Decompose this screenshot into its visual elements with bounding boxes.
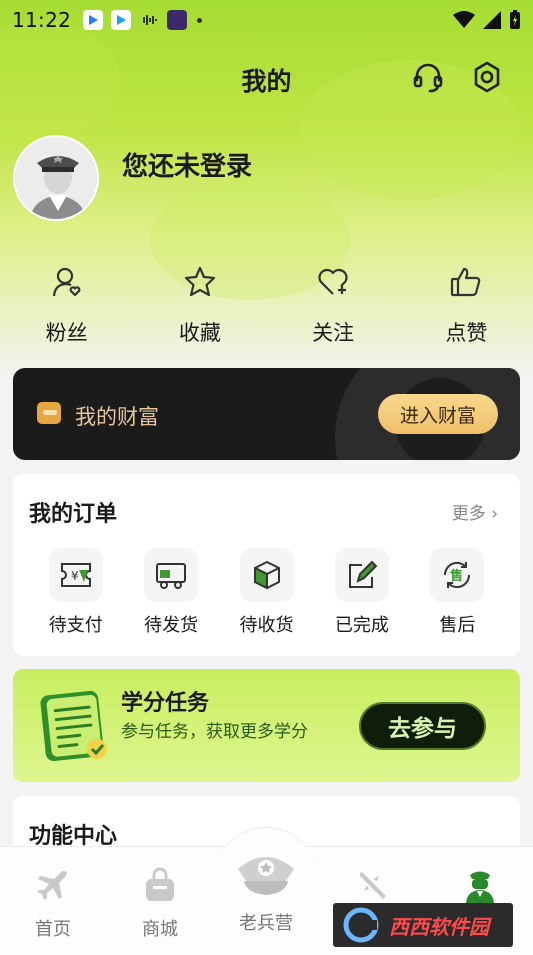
avatar[interactable] bbox=[13, 135, 99, 221]
after-sales-icon: 售 bbox=[430, 548, 485, 602]
site-watermark: 西西软件园 bbox=[333, 903, 513, 947]
page-title: 我的 bbox=[241, 67, 292, 96]
order-status-label: 已完成 bbox=[334, 615, 389, 636]
tab-label: 首页 bbox=[35, 919, 71, 940]
watermark-logo-icon bbox=[343, 907, 379, 943]
status-bar: 11:22 bbox=[0, 0, 533, 40]
wallet-icon bbox=[37, 402, 61, 424]
order-status-label: 待支付 bbox=[48, 615, 103, 636]
status-time: 11:22 bbox=[12, 8, 72, 32]
stat-label: 粉丝 bbox=[45, 321, 88, 345]
order-pending-shipment[interactable]: 待发货 bbox=[123, 548, 218, 637]
svg-text:售: 售 bbox=[450, 568, 463, 584]
stat-following[interactable]: 关注 bbox=[267, 262, 400, 347]
order-pending-receipt[interactable]: 待收货 bbox=[219, 548, 314, 637]
military-cap-icon bbox=[234, 849, 298, 901]
plane-icon bbox=[33, 865, 73, 905]
gear-icon[interactable] bbox=[468, 58, 506, 96]
order-completed[interactable]: 已完成 bbox=[314, 548, 409, 637]
video-app-icon bbox=[83, 10, 104, 30]
enter-wealth-button[interactable]: 进入财富 bbox=[378, 394, 498, 434]
wifi-icon bbox=[453, 11, 475, 28]
order-after-sales[interactable]: 售 售后 bbox=[410, 548, 505, 637]
pending-receipt-icon bbox=[239, 548, 294, 602]
game-app-icon bbox=[167, 10, 188, 30]
battery-icon bbox=[510, 10, 520, 29]
credit-task-banner[interactable]: 学分任务 参与任务，获取更多学分 去参与 bbox=[13, 669, 520, 782]
rocket-icon bbox=[353, 865, 393, 905]
orders-title: 我的订单 bbox=[29, 502, 118, 527]
profile-stats: 粉丝 收藏 关注 点赞 bbox=[0, 262, 533, 347]
order-status-label: 售后 bbox=[439, 615, 476, 636]
order-status-label: 待发货 bbox=[144, 615, 199, 636]
notification-dot-icon bbox=[197, 17, 203, 23]
order-status-list: ¥ 待支付 待发货 待收货 已完成 售 售后 bbox=[28, 548, 505, 637]
task-description: 参与任务，获取更多学分 bbox=[121, 722, 308, 742]
order-status-label: 待收货 bbox=[239, 615, 294, 636]
soldier-icon bbox=[460, 865, 500, 905]
pending-shipment-icon bbox=[144, 548, 199, 602]
star-icon bbox=[180, 262, 220, 302]
tab-label: 老兵营 bbox=[239, 913, 293, 934]
tab-home[interactable]: 首页 bbox=[13, 865, 93, 941]
tab-veteran-camp[interactable]: 老兵营 bbox=[226, 849, 306, 935]
orders-card: 我的订单 更多 › ¥ 待支付 待发货 待收货 已完成 售 售后 bbox=[13, 474, 520, 656]
audio-wave-icon bbox=[139, 10, 159, 30]
task-title: 学分任务 bbox=[121, 691, 210, 716]
pending-payment-icon: ¥ bbox=[48, 548, 103, 602]
tab-label: 商城 bbox=[142, 919, 178, 940]
stat-fans[interactable]: 粉丝 bbox=[0, 262, 133, 347]
stat-label: 关注 bbox=[312, 321, 355, 345]
stat-favorites[interactable]: 收藏 bbox=[133, 262, 266, 347]
login-prompt[interactable]: 您还未登录 bbox=[122, 146, 252, 183]
completed-icon bbox=[334, 548, 389, 602]
video-app-icon-2 bbox=[111, 10, 132, 30]
svg-text:¥: ¥ bbox=[71, 569, 79, 583]
stat-likes[interactable]: 点赞 bbox=[400, 262, 533, 347]
orders-more-link[interactable]: 更多 › bbox=[452, 499, 498, 524]
wealth-banner[interactable]: 我的财富 进入财富 bbox=[13, 368, 520, 460]
thumbs-up-icon bbox=[446, 262, 486, 302]
bag-icon bbox=[140, 865, 180, 905]
heart-plus-icon bbox=[313, 262, 353, 302]
stat-label: 收藏 bbox=[178, 321, 221, 345]
wealth-label: 我的财富 bbox=[75, 405, 159, 429]
headset-icon[interactable] bbox=[409, 58, 447, 96]
task-checklist-icon bbox=[35, 687, 115, 767]
signal-icon bbox=[483, 11, 501, 29]
fans-icon bbox=[47, 262, 87, 302]
order-pending-payment[interactable]: ¥ 待支付 bbox=[28, 548, 123, 637]
join-task-button[interactable]: 去参与 bbox=[359, 702, 486, 750]
stat-label: 点赞 bbox=[445, 321, 488, 345]
watermark-text: 西西软件园 bbox=[389, 914, 489, 939]
tab-mall[interactable]: 商城 bbox=[120, 865, 200, 941]
